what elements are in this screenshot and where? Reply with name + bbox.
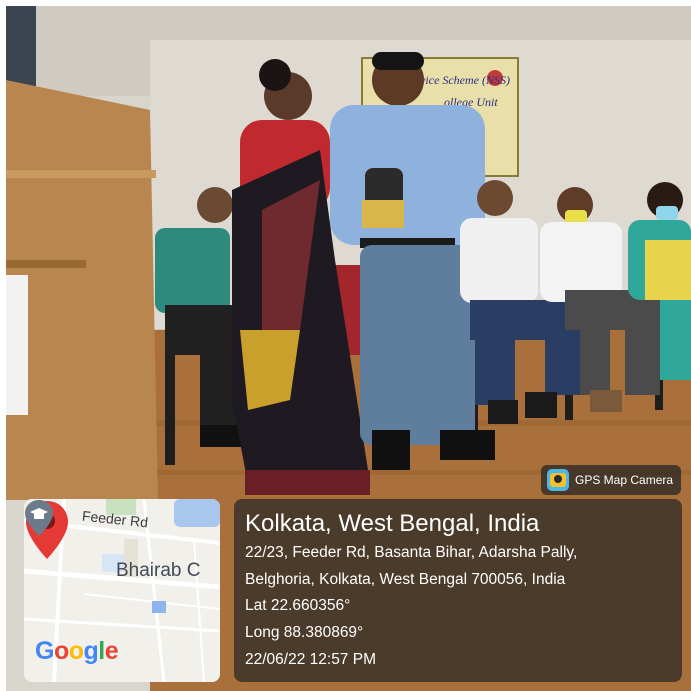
address-line-1: 22/23, Feeder Rd, Basanta Bihar, Adarsha… xyxy=(245,544,578,561)
address-line-2: Belghoria, Kolkata, West Bengal 700056, … xyxy=(245,571,566,588)
latitude: Lat 22.660356° xyxy=(245,597,351,614)
wooden-podium xyxy=(6,80,158,500)
longitude: Long 88.380869° xyxy=(245,624,364,641)
location-map: Feeder Rd Bhairab C Google xyxy=(24,499,220,682)
google-logo: Google xyxy=(35,637,119,665)
banner-line-1: vice Scheme (NSS) xyxy=(420,73,510,87)
camera-app-icon xyxy=(547,469,569,491)
location-title: Kolkata, West Bengal, India xyxy=(245,510,540,537)
badge-label: GPS Map Camera xyxy=(575,473,674,487)
map-place-label: Bhairab C xyxy=(116,560,201,581)
location-info-panel: Kolkata, West Bengal, India 22/23, Feede… xyxy=(234,499,682,682)
timestamp: 22/06/22 12:57 PM xyxy=(245,651,376,668)
gps-map-camera-badge: GPS Map Camera xyxy=(541,465,681,495)
school-place-icon xyxy=(25,500,53,536)
